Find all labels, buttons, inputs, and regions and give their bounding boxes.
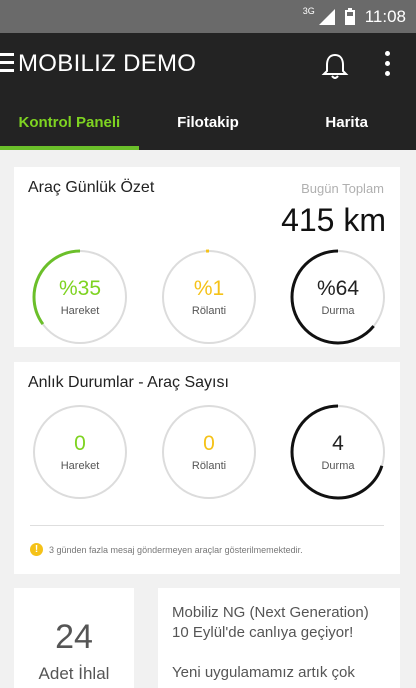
gauge-label: Rölanti [191,305,227,317]
instant-status-title: Anlık Durumlar - Araç Sayısı [28,374,229,391]
gauge-label: Durma [321,305,355,317]
signal-icon [318,8,335,25]
instant-status-card[interactable]: Anlık Durumlar - Araç Sayısı 0 Hareket 0… [14,362,400,574]
daily-summary-title: Araç Günlük Özet [28,179,155,196]
gauge-label: Hareket [60,305,100,317]
gauge-durma: %64 Durma [288,247,388,347]
gauge-rolanti: %1 Rölanti [159,247,259,347]
tab-harita[interactable]: Harita [277,95,416,150]
menu-icon[interactable] [0,53,14,75]
violations-card[interactable]: 24 Adet İhlal [14,588,134,688]
gauge-value: %64 [316,277,360,300]
news-line: Mobiliz NG (Next Generation) [172,604,369,621]
gauge-rolanti-count: 0 Rölanti [159,402,259,502]
violation-count: 24 [55,618,93,656]
news-line: 10 Eylül'de canlıya geçiyor! [172,624,354,641]
gauge-value: %35 [58,277,102,300]
gauge-value: 0 [74,432,86,455]
divider [30,525,384,526]
total-distance: 415 km [281,202,386,238]
news-card[interactable]: Mobiliz NG (Next Generation) 10 Eylül'de… [158,588,400,688]
gauge-value: 4 [332,432,344,455]
warning-text: 3 günden fazla mesaj göndermeyen araçlar… [49,544,303,555]
more-options-icon[interactable] [383,51,391,77]
gauge-durma-count: 4 Durma [288,402,388,502]
gauge-hareket: %35 Hareket [30,247,130,347]
status-bar: 3G 11:08 [0,0,416,33]
gauge-label: Durma [321,460,355,472]
news-line: Yeni uygulamamız artık çok [172,664,355,681]
app-bar: MOBILIZ DEMO [0,33,416,95]
daily-summary-card[interactable]: Araç Günlük Özet Bugün Toplam 415 km %35… [14,167,400,347]
tab-filotakip[interactable]: Filotakip [139,95,278,150]
gauge-label: Rölanti [191,460,227,472]
gauge-label: Hareket [60,460,100,472]
tab-bar: Kontrol Paneli Filotakip Harita [0,95,416,150]
app-title: MOBILIZ DEMO [18,50,197,77]
total-label: Bugün Toplam [301,181,384,196]
gauge-hareket-count: 0 Hareket [30,402,130,502]
clock: 11:08 [364,6,406,26]
warning-note: ! 3 günden fazla mesaj göndermeyen araçl… [30,543,303,556]
violation-label: Adet İhlal [38,664,110,683]
battery-icon [344,8,355,25]
tab-kontrol-paneli[interactable]: Kontrol Paneli [0,95,139,150]
gauge-value: %1 [193,277,225,300]
network-type: 3G [302,5,315,16]
gauge-value: 0 [203,432,215,455]
notification-bell-icon[interactable] [320,51,350,81]
warning-icon: ! [30,543,43,556]
